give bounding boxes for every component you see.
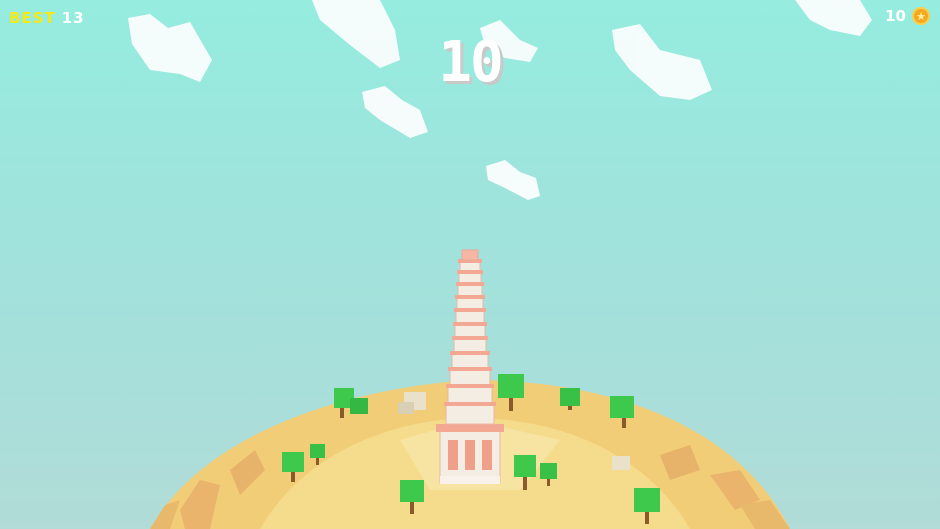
star-coin-icon: ★ (912, 7, 930, 25)
best-label: BEST (9, 9, 56, 27)
rock-block (612, 456, 630, 470)
stacked-tower (436, 249, 504, 484)
best-score: BEST 13 (9, 9, 85, 27)
current-score: 10 (438, 30, 503, 95)
best-value: 13 (61, 9, 85, 27)
coin-count: 10 (885, 7, 906, 25)
coin-counter: 10 ★ (885, 7, 930, 25)
rock-block (398, 402, 414, 414)
cloud (486, 160, 540, 200)
